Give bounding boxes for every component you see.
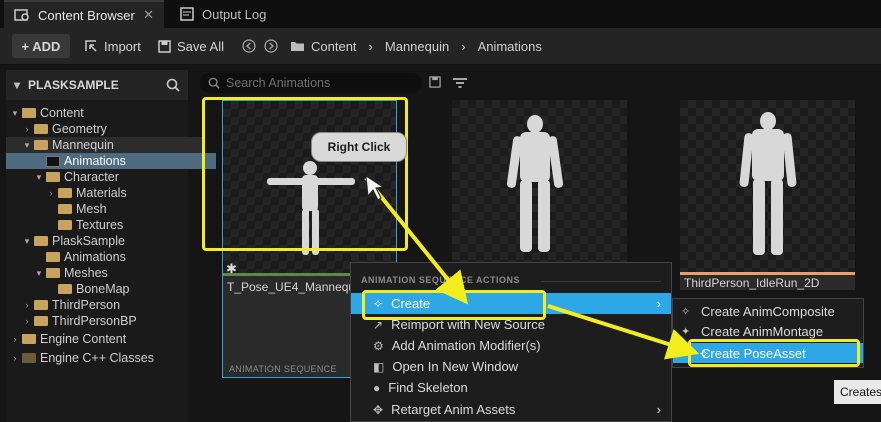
right-click-callout: Right Click bbox=[311, 132, 407, 162]
mouse-cursor-icon bbox=[365, 175, 385, 201]
annotation-arrows bbox=[364, 175, 700, 360]
arrow-to-pose-asset bbox=[547, 304, 700, 360]
